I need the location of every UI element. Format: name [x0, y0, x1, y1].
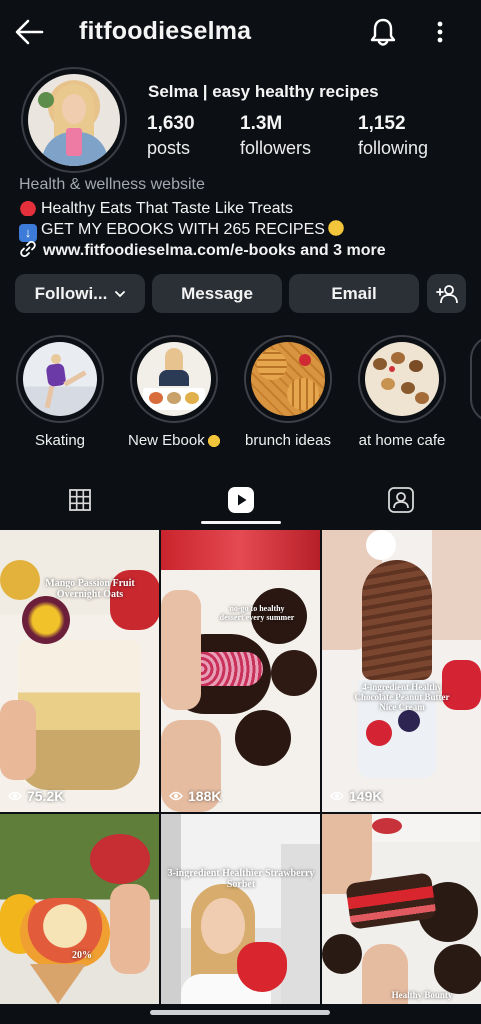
tab-posts[interactable]: [0, 475, 160, 525]
reel-thumbnail[interactable]: 3-ingredient Healthier Strawberry Sorbet: [161, 814, 320, 1004]
message-button[interactable]: Message: [152, 274, 282, 313]
link-icon: [20, 241, 36, 257]
stat-followers[interactable]: 1.3M followers: [240, 113, 311, 159]
reel-caption: 20%: [72, 950, 92, 961]
tab-reels[interactable]: [161, 475, 321, 525]
stat-following[interactable]: 1,152 following: [358, 113, 428, 159]
reel-thumbnail[interactable]: Healthy Bounty: [322, 814, 481, 1004]
view-count: 149K: [330, 788, 382, 804]
arrow-left-icon[interactable]: [14, 18, 44, 46]
eye-icon: [169, 791, 183, 801]
reel-caption: 3-ingredient Healthier Strawberry Sorbet: [167, 868, 315, 890]
display-name: Selma | easy healthy recipes: [148, 82, 379, 101]
highlight-label: Skating: [34, 432, 86, 449]
party-face-icon: [206, 434, 221, 448]
reel-caption: no-go to healthy dessert every summer: [219, 604, 295, 622]
view-count: 188K: [169, 788, 221, 804]
following-label: following: [358, 138, 429, 158]
avatar[interactable]: [28, 74, 120, 166]
bio-line-1: Healthy Eats That Taste Like Treats: [19, 198, 293, 218]
following-button[interactable]: Followi...: [15, 274, 145, 313]
more-vertical-icon[interactable]: [432, 18, 448, 46]
highlight-cover: [251, 342, 325, 416]
view-count: 75.2K: [8, 788, 64, 804]
add-user-button[interactable]: [427, 274, 466, 313]
reel-thumbnail[interactable]: Mango Passion Fruit Overnight Oats 75.2K: [0, 530, 159, 812]
highlight-cover: [23, 342, 97, 416]
profile-username: fitfoodieselma: [79, 17, 252, 45]
email-button[interactable]: Email: [289, 274, 419, 313]
highlight-at-home-cafe[interactable]: at home cafe: [356, 335, 448, 449]
chevron-down-icon: [115, 290, 126, 297]
reel-caption: 4-ingredient Healthy Chocolate Peanut Bu…: [354, 682, 450, 712]
home-indicator[interactable]: [150, 1010, 330, 1015]
strawberry-icon: [19, 198, 37, 216]
reel-thumbnail[interactable]: 4-ingredient Healthy Chocolate Peanut Bu…: [322, 530, 481, 812]
top-bar: fitfoodieselma: [0, 0, 481, 64]
eye-icon: [330, 791, 344, 801]
reels-icon: [228, 487, 254, 513]
stat-posts[interactable]: 1,630 posts: [147, 113, 195, 159]
profile-category: Health & wellness website: [19, 176, 205, 193]
highlight-brunch-ideas[interactable]: brunch ideas: [242, 335, 334, 449]
posts-label: posts: [147, 138, 191, 158]
highlight-label: brunch ideas: [245, 432, 331, 449]
smiley-icon: [326, 219, 345, 237]
highlight-new-ebook[interactable]: New Ebook: [128, 335, 221, 449]
highlight-skating[interactable]: Skating: [14, 335, 106, 449]
highlight-more[interactable]: [470, 335, 481, 423]
eye-icon: [8, 791, 22, 801]
add-user-icon: [435, 284, 458, 303]
reel-caption: Mango Passion Fruit Overnight Oats: [45, 578, 135, 600]
highlight-cover: [137, 342, 211, 416]
highlight-label: at home cafe: [358, 432, 446, 449]
bio-line-2: ↓ GET MY EBOOKS WITH 265 RECIPES: [19, 219, 349, 242]
highlight-label: New Ebook: [128, 432, 221, 449]
followers-label: followers: [240, 138, 312, 158]
profile-link[interactable]: www.fitfoodieselma.com/e-books and 3 mor…: [19, 240, 386, 260]
posts-count: 1,630: [147, 113, 195, 134]
following-count: 1,152: [358, 113, 406, 134]
bell-icon[interactable]: [369, 17, 397, 47]
grid-icon: [69, 489, 91, 511]
tab-tagged[interactable]: [321, 475, 481, 525]
reel-caption: Healthy Bounty: [391, 990, 453, 1000]
profile-tabs: [0, 475, 481, 525]
reel-thumbnail[interactable]: 20%: [0, 814, 159, 1004]
highlight-cover: [365, 342, 439, 416]
active-tab-indicator: [201, 521, 281, 524]
followers-count: 1.3M: [240, 113, 283, 134]
reel-thumbnail[interactable]: no-go to healthy dessert every summer 18…: [161, 530, 320, 812]
tagged-icon: [388, 487, 414, 513]
